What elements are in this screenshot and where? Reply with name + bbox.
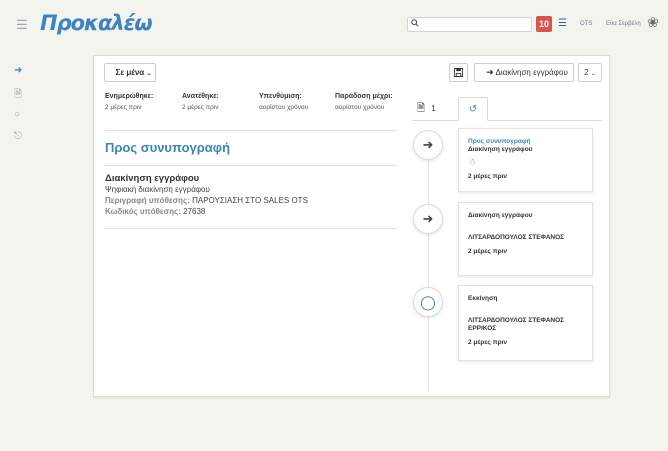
ornament-icon[interactable]: ❀ xyxy=(647,14,659,31)
meta-label: Ενημερώθηκε: xyxy=(105,93,154,100)
task-card: Σε μένα ⌄ ➜ Διακίνηση εγγράφου 2 ⌄ Ενημε… xyxy=(93,55,610,397)
event-time: 2 μέρες πριν xyxy=(468,173,508,180)
document-icon: 🗎 xyxy=(417,103,426,114)
section-title: Προς συνυπογραφή xyxy=(105,140,231,155)
timeline-line xyxy=(428,136,429,391)
tab-history[interactable]: ↺ xyxy=(458,97,488,121)
meta-value: 2 μέρες πριν xyxy=(105,104,142,111)
code-value: 27638 xyxy=(183,207,206,216)
chevron-down-icon: ⌄ xyxy=(146,71,152,77)
search-input[interactable] xyxy=(422,19,527,30)
arrow-right-icon: ➜ xyxy=(486,67,494,77)
chevron-down-icon: ⌄ xyxy=(590,71,596,77)
arrow-right-icon: ➜ xyxy=(413,204,443,234)
description-value: ΠΑΡΟΥΣΙΑΣΗ ΣΤΟ SALES OTS xyxy=(192,196,308,205)
meta-label: Υπενθύμιση: xyxy=(259,93,302,100)
actions-count: 2 xyxy=(584,68,589,77)
timeline-event: Διακίνηση εγγράφου ΛΙΤΣΑΡΔΟΠΟΥΛΟΣ ΣΤΕΦΑΝ… xyxy=(458,202,593,276)
assign-label: Σε μένα xyxy=(115,68,145,77)
description-label: Περιγραφή υπόθεσης: xyxy=(105,196,190,205)
meta-label: Παράδοση μέχρι: xyxy=(335,93,393,100)
meta-updated: Ενημερώθηκε: 2 μέρες πριν xyxy=(105,92,181,111)
doc-title: Διακίνηση εγγράφου xyxy=(105,173,200,184)
actions-dropdown[interactable]: 2 ⌄ xyxy=(578,63,602,82)
event-time: 2 μέρες πριν xyxy=(468,339,508,346)
hamburger-icon[interactable]: ☰ xyxy=(16,18,28,31)
inbox-icon[interactable]: ⎋ xyxy=(14,131,22,142)
timeline-event: Προς συνυπογραφή Διακίνηση εγγράφου ☃ 2 … xyxy=(458,128,593,192)
tab-documents[interactable]: 🗎 1 xyxy=(417,97,453,121)
divider xyxy=(104,228,397,229)
history-icon: ↺ xyxy=(468,104,478,115)
search-box[interactable] xyxy=(407,17,532,32)
divider xyxy=(104,165,397,166)
meta-deadline: Παράδοση μέχρι: αορίστου χρόνου xyxy=(335,92,393,111)
user-name[interactable]: Εύα Σερβέλη xyxy=(606,21,641,27)
save-button[interactable] xyxy=(449,63,468,82)
meta-value: 2 μέρες πριν xyxy=(182,104,219,111)
event-title: Εκκίνηση xyxy=(468,295,498,302)
side-tabs: 🗎 1 ↺ xyxy=(412,97,602,121)
event-time: 2 μέρες πριν xyxy=(468,248,508,255)
doc-type: Ψηφιακή διακίνηση εγγράφου xyxy=(105,185,210,194)
divider xyxy=(104,130,397,131)
start-circle-icon: ◯ xyxy=(413,287,443,317)
arrow-right-icon: ➜ xyxy=(413,130,443,160)
documents-count: 1 xyxy=(431,104,436,113)
doc-code: Κωδικός υπόθεσης: 27638 xyxy=(105,207,205,216)
doc-description: Περιγραφή υπόθεσης: ΠΑΡΟΥΣΙΑΣΗ ΣΤΟ SALES… xyxy=(105,196,308,205)
document-icon[interactable]: 🗎 xyxy=(14,87,22,104)
meta-value: αορίστου χρόνου xyxy=(335,104,385,111)
timeline-event: Εκκίνηση ΛΙΤΣΑΡΔΟΠΟΥΛΟΣ ΣΤΕΦΑΝΟΣ ΕΡΡΙΚΟΣ… xyxy=(458,285,593,361)
arrow-right-icon[interactable]: ➜ xyxy=(14,65,22,76)
event-person: ΛΙΤΣΑΡΔΟΠΟΥΛΟΣ ΣΤΕΦΑΝΟΣ xyxy=(468,234,565,241)
move-document-button[interactable]: ➜ Διακίνηση εγγράφου xyxy=(474,63,574,82)
event-person: ΛΙΤΣΑΡΔΟΠΟΥΛΟΣ ΣΤΕΦΑΝΟΣ ΕΡΡΙΚΟΣ xyxy=(468,317,565,332)
assign-dropdown[interactable]: Σε μένα ⌄ xyxy=(104,63,156,82)
search-icon xyxy=(411,19,419,29)
meta-label: Ανατέθηκε: xyxy=(182,93,219,100)
event-title: Διακίνηση εγγράφου xyxy=(468,212,533,219)
floppy-icon xyxy=(454,68,463,77)
notifications-badge[interactable]: 10 xyxy=(536,16,552,32)
meta-reminder: Υπενθύμιση: αορίστου χρόνου xyxy=(259,92,335,111)
meta-assigned: Ανατέθηκε: 2 μέρες πριν xyxy=(182,92,258,111)
department-label[interactable]: OTS xyxy=(580,21,592,27)
meta-value: αορίστου χρόνου xyxy=(259,104,309,111)
circle-icon[interactable]: ○ xyxy=(14,109,20,120)
list-icon[interactable]: ☰ xyxy=(558,18,567,29)
code-label: Κωδικός υπόθεσης: xyxy=(105,207,181,216)
move-label: Διακίνηση εγγράφου xyxy=(495,68,568,77)
app-logo[interactable]: Προκαλέω xyxy=(40,11,153,35)
top-bar: ☰ Προκαλέω 10 ☰ OTS Εύα Σερβέλη ❀ xyxy=(0,0,668,50)
event-subtitle: Διακίνηση εγγράφου xyxy=(468,146,533,153)
event-title: Προς συνυπογραφή xyxy=(468,138,531,145)
user-icon: ☃ xyxy=(468,157,477,167)
